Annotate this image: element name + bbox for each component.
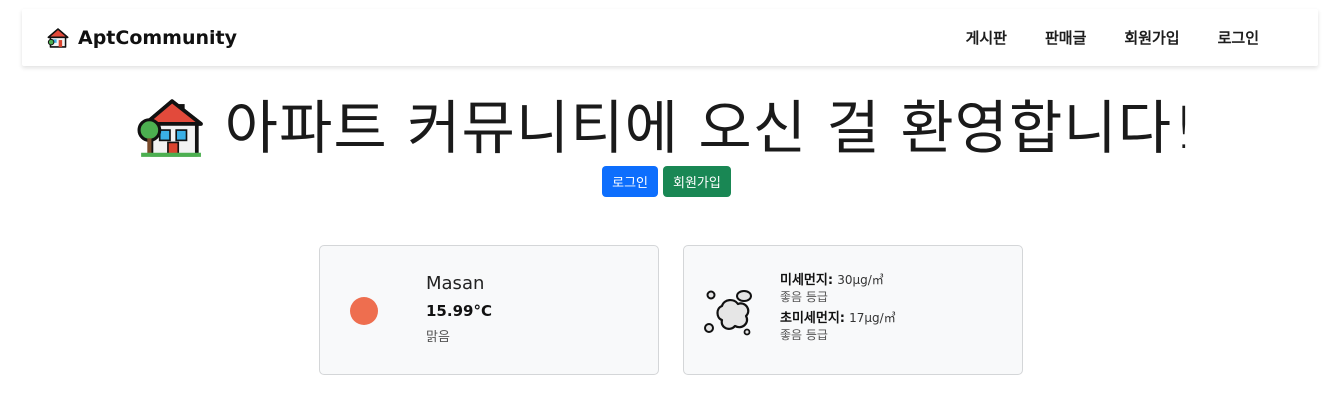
nav-link-login[interactable]: 로그인 — [1199, 27, 1278, 48]
weather-card: Masan 15.99°C 맑음 — [319, 245, 659, 375]
hero: 아파트 커뮤니티에 오신 걸 환영합니다! — [0, 88, 1333, 168]
weather-description: 맑음 — [426, 330, 450, 345]
pm10-grade: 좋음 등급 — [780, 290, 828, 304]
brand-label: AptCommunity — [78, 26, 238, 49]
pm10-value: 30μg/㎥ — [837, 273, 884, 287]
nav-link-signup[interactable]: 회원가입 — [1105, 27, 1198, 48]
pm25-value: 17μg/㎥ — [849, 311, 896, 325]
login-button[interactable]: 로그인 — [602, 166, 659, 197]
hero-title: 아파트 커뮤니티에 오신 걸 환영합니다! — [137, 88, 1197, 168]
signup-button[interactable]: 회원가입 — [663, 166, 731, 197]
pm10-block: 미세먼지: 30μg/㎥ 좋음 등급 — [780, 272, 896, 306]
hero-buttons: 로그인 회원가입 — [0, 166, 1333, 197]
brand-link[interactable]: AptCommunity — [47, 9, 237, 66]
hero-title-text: 아파트 커뮤니티에 오신 걸 환영합니다! — [224, 94, 1197, 162]
pm25-label: 초미세먼지: — [780, 311, 845, 326]
house-icon — [47, 27, 69, 48]
dust-card: 미세먼지: 30μg/㎥ 좋음 등급 초미세먼지: 17μg/㎥ 좋음 등급 — [683, 245, 1023, 375]
sun-icon — [350, 297, 378, 325]
pm25-grade: 좋음 등급 — [780, 328, 828, 342]
weather-temperature: 15.99°C — [426, 302, 492, 320]
pm10-label: 미세먼지: — [780, 273, 834, 288]
dust-cloud-icon — [704, 290, 752, 336]
weather-info: Masan 15.99°C 맑음 — [426, 273, 492, 345]
weather-city: Masan — [426, 273, 485, 294]
dust-info: 미세먼지: 30μg/㎥ 좋음 등급 초미세먼지: 17μg/㎥ 좋음 등급 — [780, 272, 896, 344]
house-icon — [137, 99, 203, 157]
navbar: AptCommunity 게시판 판매글 회원가입 로그인 — [22, 9, 1318, 66]
nav-link-board[interactable]: 게시판 — [947, 27, 1026, 48]
nav-link-sales[interactable]: 판매글 — [1026, 27, 1105, 48]
nav-links: 게시판 판매글 회원가입 로그인 — [947, 9, 1278, 66]
pm25-block: 초미세먼지: 17μg/㎥ 좋음 등급 — [780, 310, 896, 344]
